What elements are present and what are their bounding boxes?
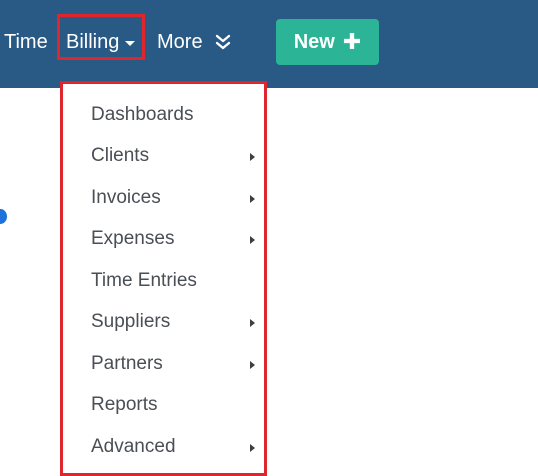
menu-item-label: Partners bbox=[91, 353, 163, 374]
submenu-arrow-icon bbox=[250, 319, 255, 327]
menu-item-suppliers[interactable]: Suppliers bbox=[91, 308, 261, 336]
menu-item-clients[interactable]: Clients bbox=[91, 142, 261, 170]
nav-item-billing-label: Billing bbox=[66, 31, 120, 53]
caret-down-icon bbox=[125, 40, 136, 46]
app-window: Time Billing More New ✚ Dashboards Clien… bbox=[0, 0, 538, 476]
menu-item-advanced[interactable]: Advanced bbox=[91, 433, 261, 461]
submenu-arrow-icon bbox=[250, 361, 255, 369]
menu-item-label: Invoices bbox=[91, 187, 161, 208]
menu-item-label: Clients bbox=[91, 145, 150, 166]
submenu-arrow-icon bbox=[250, 153, 255, 161]
new-button[interactable]: New ✚ bbox=[276, 19, 379, 65]
menu-item-time-entries[interactable]: Time Entries bbox=[91, 267, 261, 295]
submenu-arrow-icon bbox=[250, 236, 255, 244]
menu-item-expenses[interactable]: Expenses bbox=[91, 225, 261, 253]
plus-icon: ✚ bbox=[342, 29, 362, 54]
nav-item-more[interactable]: More bbox=[157, 30, 231, 54]
menu-item-invoices[interactable]: Invoices bbox=[91, 184, 261, 212]
menu-item-label: Advanced bbox=[91, 436, 176, 457]
nav-item-time-label: Time bbox=[4, 31, 48, 53]
menu-item-label: Suppliers bbox=[91, 311, 171, 332]
menu-item-label: Time Entries bbox=[91, 270, 197, 291]
billing-dropdown-menu: Dashboards Clients Invoices Expenses Tim… bbox=[60, 81, 267, 476]
nav-item-more-label: More bbox=[157, 31, 203, 53]
new-button-label: New bbox=[293, 30, 335, 53]
menu-item-label: Expenses bbox=[91, 228, 175, 249]
nav-item-time[interactable]: Time bbox=[4, 30, 48, 54]
top-navbar: Time Billing More New ✚ bbox=[0, 0, 538, 88]
submenu-arrow-icon bbox=[250, 195, 255, 203]
nav-item-billing[interactable]: Billing bbox=[66, 30, 136, 54]
blue-dot-indicator bbox=[0, 209, 7, 224]
menu-item-partners[interactable]: Partners bbox=[91, 350, 261, 378]
submenu-arrow-icon bbox=[250, 444, 255, 452]
menu-item-dashboards[interactable]: Dashboards bbox=[91, 101, 261, 129]
double-chevron-down-icon bbox=[215, 34, 230, 50]
menu-item-reports[interactable]: Reports bbox=[91, 391, 261, 419]
menu-item-label: Reports bbox=[91, 394, 158, 415]
menu-item-label: Dashboards bbox=[91, 104, 194, 125]
